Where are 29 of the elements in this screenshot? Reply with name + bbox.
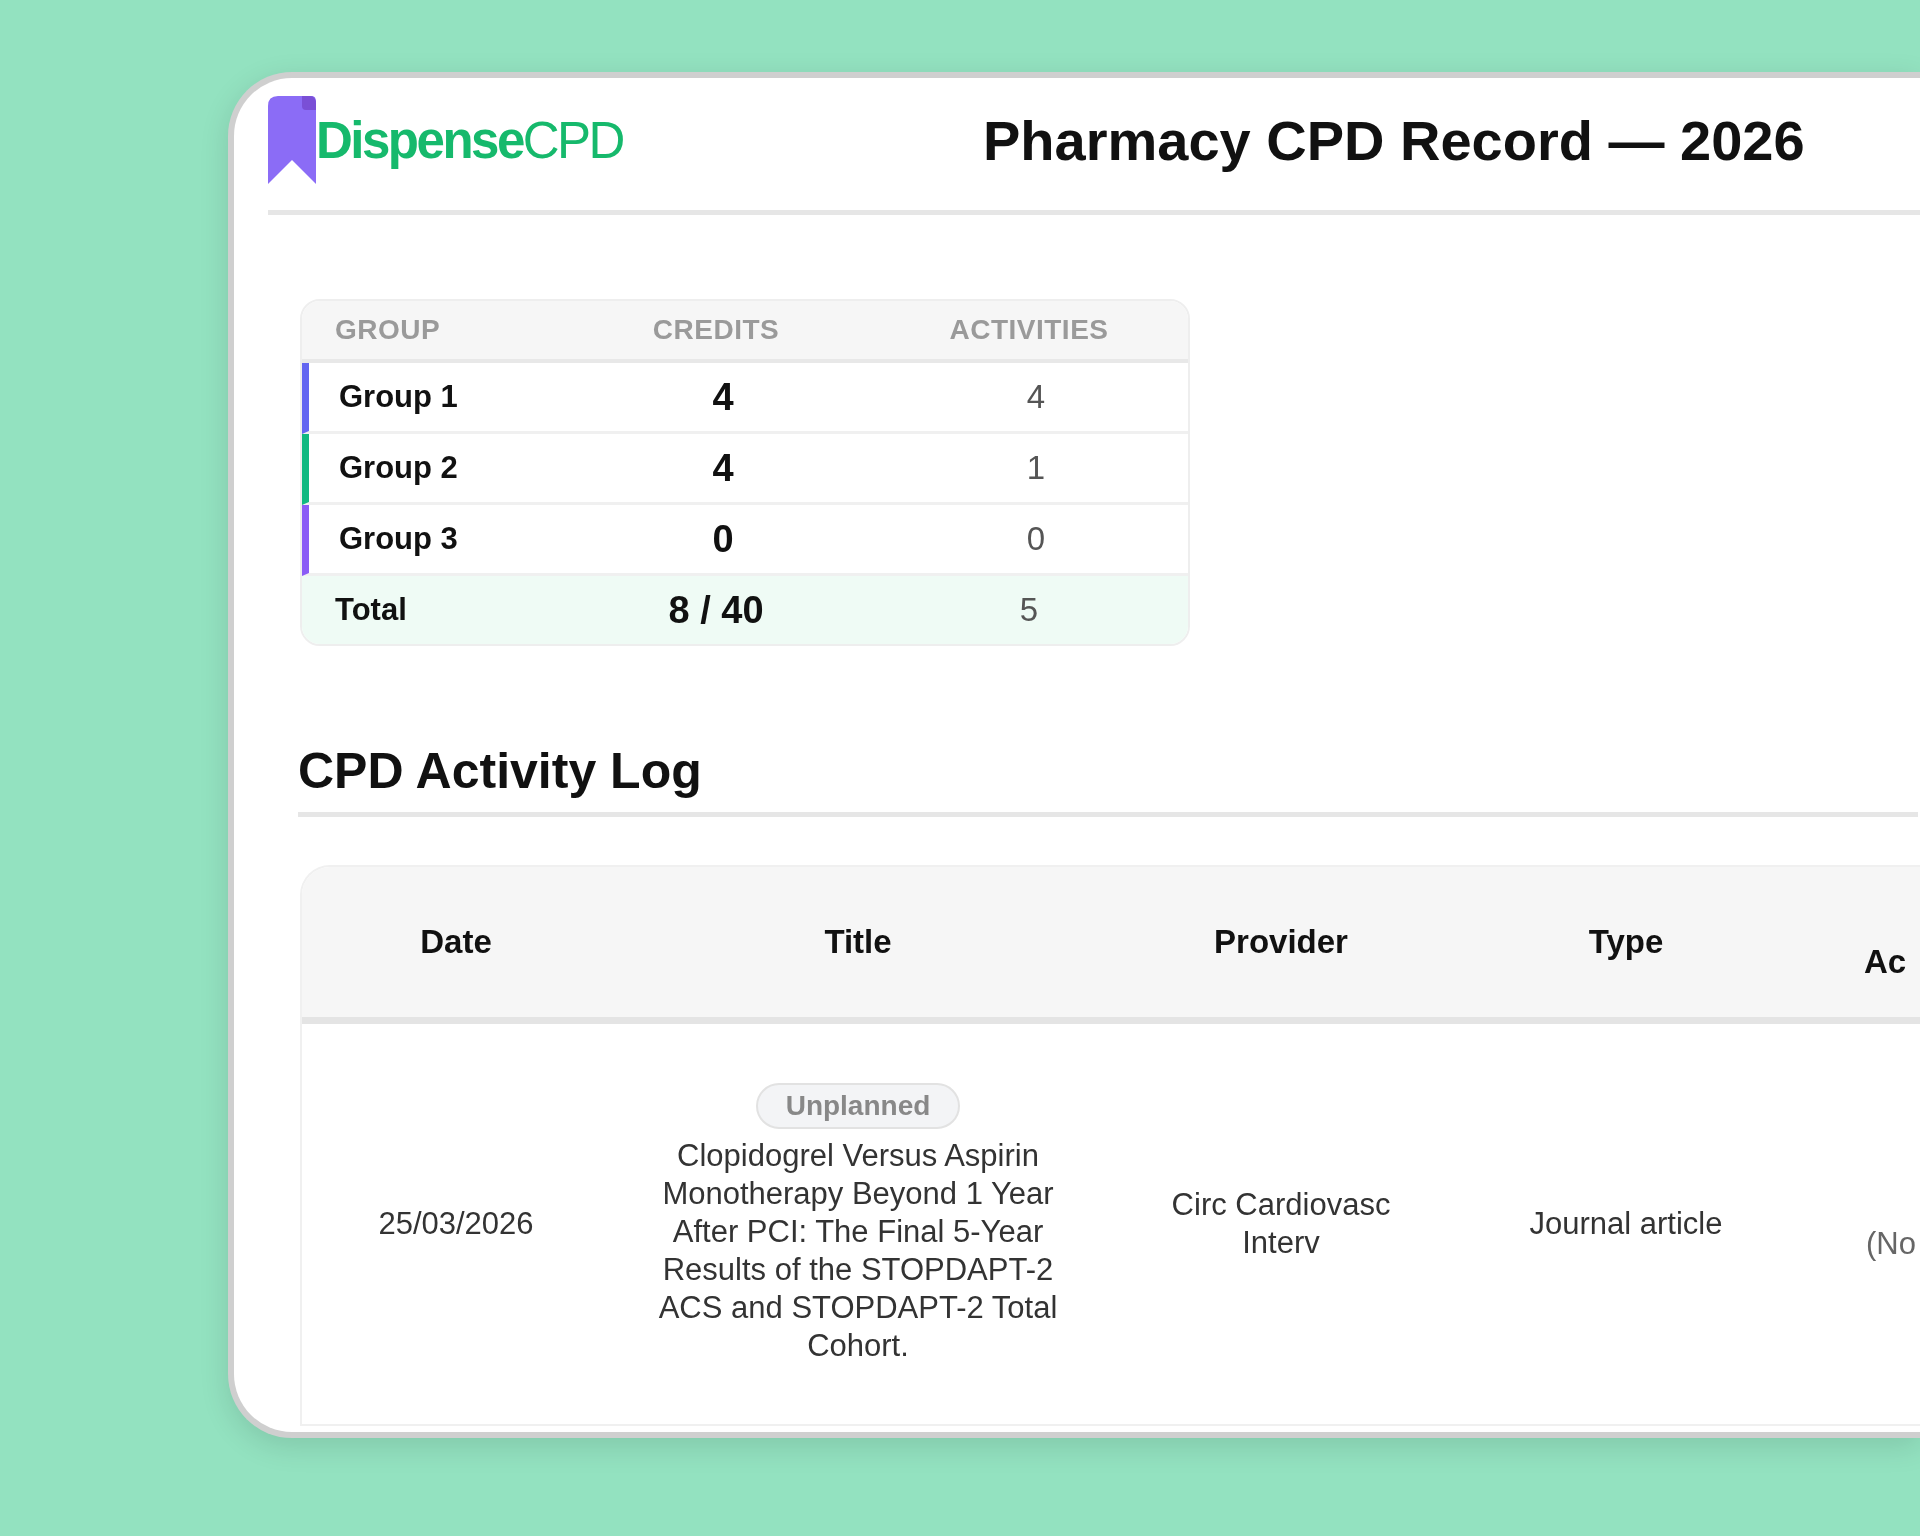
status-badge: Unplanned	[755, 1083, 961, 1129]
column-header: Date	[419, 923, 493, 961]
activities-count: 0	[1025, 520, 1047, 558]
column-header: Type	[1587, 923, 1665, 961]
column-header: ACTIVITIES	[948, 314, 1110, 346]
activities-total: 5	[1018, 591, 1040, 629]
credits-value: 4	[711, 375, 735, 419]
credits-total: 8 / 40	[667, 588, 765, 632]
date-cell-text: 25/03/2026	[377, 1205, 535, 1243]
credits-value: 0	[711, 517, 735, 561]
column-header: Title	[823, 923, 893, 961]
bookmark-icon	[268, 96, 316, 184]
group-name: Group 1	[338, 379, 459, 415]
activity-title: Clopidogrel Versus Aspirin Monotherapy Beyond 1 Year After PCI: The Final 5-Year Results of the STOPDAPT-2 ACS and STOPDAPT-2 Total Cohort.	[657, 1137, 1059, 1365]
provider-cell-text: Circ Cardiovasc Interv	[1170, 1186, 1392, 1262]
page-title: Pharmacy CPD Record — 2026	[982, 107, 1805, 173]
column-header: GROUP	[334, 314, 442, 346]
credits-value: 4	[711, 446, 735, 490]
section-heading: CPD Activity Log	[298, 742, 1918, 817]
table-cell-text: (No	[1865, 1225, 1917, 1263]
column-header: CREDITS	[651, 314, 781, 346]
total-label: Total	[334, 592, 408, 628]
group-name: Group 2	[338, 450, 459, 486]
column-header: Provider	[1213, 923, 1349, 961]
activities-count: 4	[1025, 378, 1047, 416]
column-header: Ac	[1863, 942, 1908, 981]
type-cell-text: Journal article	[1528, 1205, 1724, 1243]
activities-count: 1	[1025, 449, 1047, 487]
group-name: Group 3	[338, 521, 459, 557]
